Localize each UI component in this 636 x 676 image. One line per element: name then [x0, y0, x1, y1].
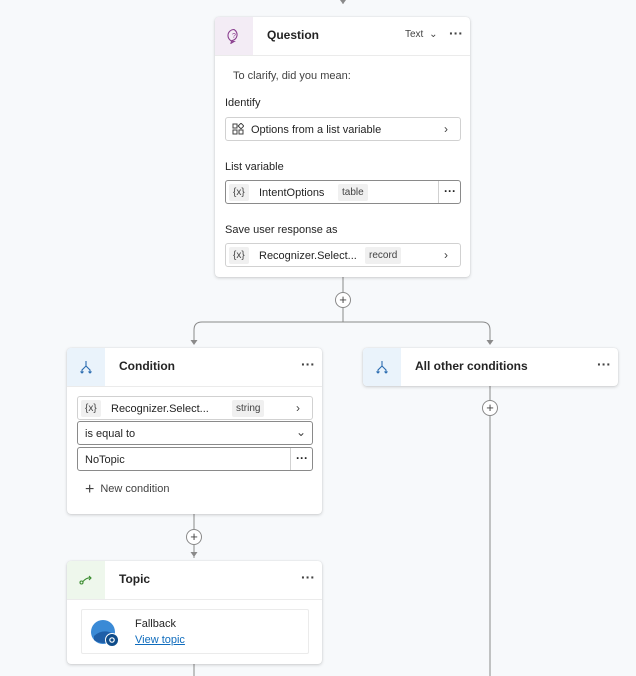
- condition-title: Condition: [119, 359, 175, 373]
- new-condition-button[interactable]: + New condition: [85, 481, 169, 499]
- condition-node-header: Condition ···: [67, 348, 322, 387]
- chevron-right-icon: ›: [444, 248, 448, 262]
- identify-selector[interactable]: Options from a list variable ›: [225, 117, 461, 141]
- variable-icon: {x}: [229, 184, 249, 201]
- redirect-icon: [67, 561, 105, 599]
- identify-label: Identify: [225, 97, 261, 109]
- save-response-label: Save user response as: [225, 224, 338, 236]
- condition-node[interactable]: Condition ··· {x} Recognizer.Select... s…: [67, 348, 322, 514]
- add-node-button[interactable]: +: [335, 292, 351, 308]
- response-type-dropdown[interactable]: Text ⌄: [405, 29, 438, 40]
- question-node[interactable]: ? Question Text ⌄ ··· To clarify, did yo…: [215, 17, 470, 277]
- condition-more-button[interactable]: ···: [301, 357, 315, 371]
- list-grid-icon: [232, 123, 244, 135]
- condition-value-field[interactable]: NoTopic ···: [77, 447, 313, 471]
- chevron-down-icon: ⌄: [296, 425, 307, 439]
- new-condition-label: New condition: [100, 483, 170, 495]
- topic-node[interactable]: Topic ··· Fallback View topic: [67, 561, 322, 664]
- add-node-button[interactable]: +: [186, 529, 202, 545]
- condition-variable-field[interactable]: {x} Recognizer.Select... string ›: [77, 396, 313, 420]
- other-conditions-more-button[interactable]: ···: [597, 357, 611, 371]
- topic-more-button[interactable]: ···: [301, 570, 315, 584]
- variable-icon: {x}: [229, 247, 249, 264]
- topic-title: Topic: [119, 572, 151, 586]
- condition-value: NoTopic: [85, 454, 125, 466]
- topic-node-header: Topic ···: [67, 561, 322, 600]
- topic-reference: Fallback View topic: [81, 609, 309, 654]
- save-response-field[interactable]: {x} Recognizer.Select... record ›: [225, 243, 461, 267]
- response-type-label: Text: [405, 29, 424, 40]
- topic-name: Fallback: [135, 618, 176, 630]
- chevron-right-icon: ›: [296, 401, 300, 415]
- list-variable-label: List variable: [225, 161, 284, 173]
- list-variable-field[interactable]: {x} IntentOptions table ···: [225, 180, 461, 204]
- view-topic-link[interactable]: View topic: [135, 634, 185, 646]
- list-variable-name: IntentOptions: [259, 187, 325, 199]
- list-variable-type: table: [338, 184, 368, 201]
- save-variable-type: record: [365, 247, 402, 264]
- topic-avatar-icon: [90, 618, 120, 648]
- identify-value: Options from a list variable: [251, 124, 382, 136]
- other-conditions-node[interactable]: All other conditions ···: [363, 348, 618, 386]
- add-icon: +: [85, 481, 95, 498]
- operator-dropdown[interactable]: is equal to ⌄: [77, 421, 313, 445]
- branch-icon: [67, 348, 105, 386]
- question-node-header: ? Question Text ⌄ ···: [215, 17, 470, 56]
- question-title: Question: [267, 28, 320, 42]
- value-more-button[interactable]: ···: [290, 448, 313, 470]
- question-more-button[interactable]: ···: [449, 26, 463, 40]
- operator-value: is equal to: [85, 428, 136, 440]
- other-conditions-header: All other conditions ···: [363, 348, 618, 386]
- condition-variable-type: string: [232, 400, 265, 417]
- branch-icon: [363, 348, 401, 386]
- save-variable-name: Recognizer.Select...: [259, 250, 357, 262]
- variable-icon: {x}: [81, 400, 101, 417]
- chevron-right-icon: ›: [444, 122, 448, 136]
- add-node-button[interactable]: +: [482, 400, 498, 416]
- svg-text:?: ?: [232, 33, 236, 40]
- condition-variable-name: Recognizer.Select...: [111, 403, 209, 415]
- other-conditions-title: All other conditions: [415, 359, 528, 373]
- question-prompt[interactable]: To clarify, did you mean:: [233, 70, 351, 82]
- question-icon: ?: [215, 17, 253, 55]
- list-variable-more-button[interactable]: ···: [438, 181, 461, 203]
- chevron-down-icon: ⌄: [429, 29, 438, 40]
